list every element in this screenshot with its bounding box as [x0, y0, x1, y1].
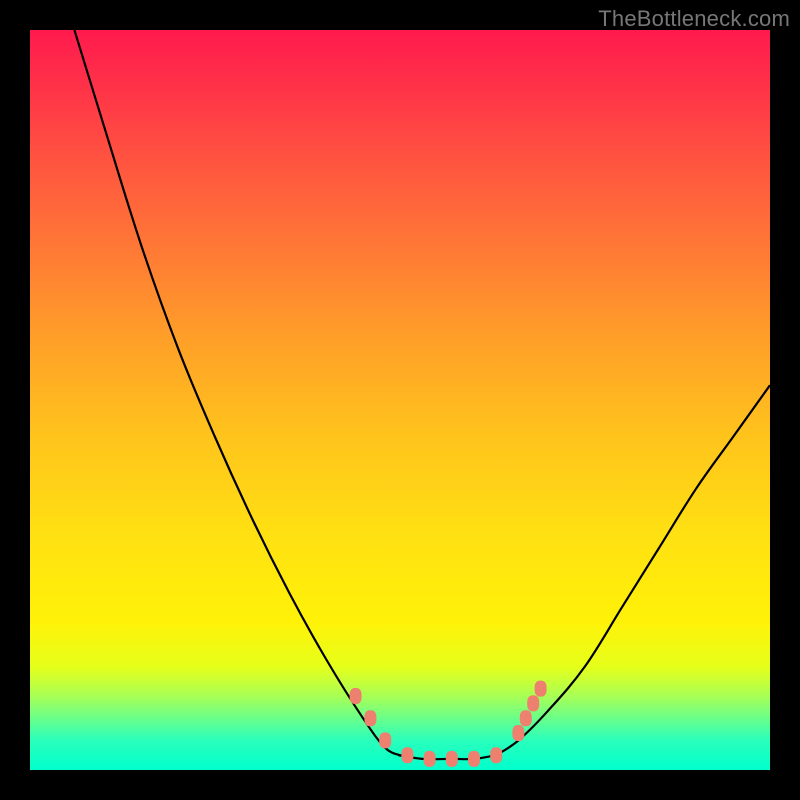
- watermark-label: TheBottleneck.com: [598, 6, 790, 32]
- plot-area: [30, 30, 770, 770]
